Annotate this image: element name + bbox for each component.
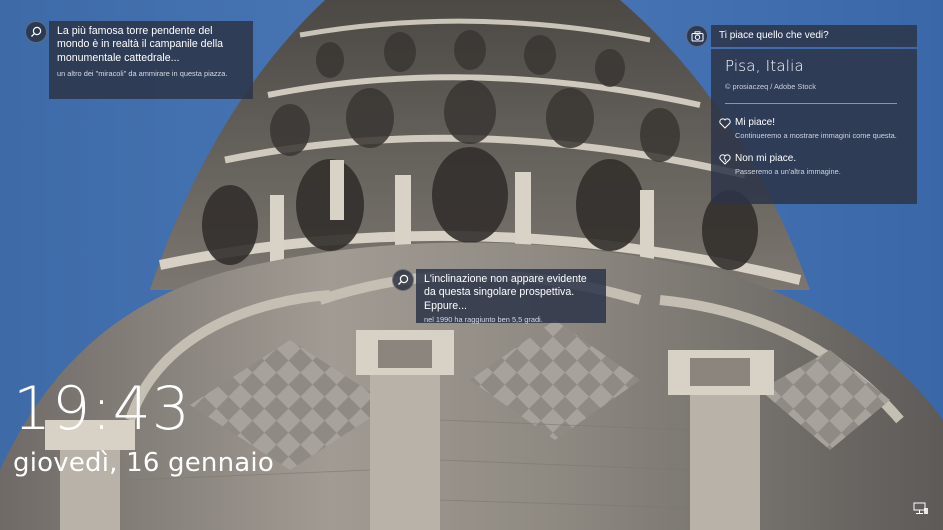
hotspot-main-text: La più famosa torre pendente del mondo è… — [57, 25, 224, 64]
camera-icon[interactable] — [686, 25, 708, 47]
hotspot-sub-text: un altro dei "miracoli" da ammirare in q… — [57, 69, 228, 79]
hotspot-card[interactable]: L'inclinazione non appare evidente da qu… — [416, 269, 606, 325]
like-option-title: Mi piace! — [735, 117, 776, 128]
like-option-description: Continueremo a mostrare immagini come qu… — [735, 131, 897, 140]
image-feedback-panel: Ti piace quello che vedi? Pisa, Italia ©… — [686, 25, 917, 204]
hotspot-fact-center[interactable]: L'inclinazione non appare evidente da qu… — [392, 269, 606, 325]
like-option[interactable]: Mi piace! Continueremo a mostrare immagi… — [719, 117, 907, 141]
image-location: Pisa, Italia — [725, 57, 804, 75]
broken-heart-icon — [719, 154, 731, 166]
clock-date: giovedì, 16 gennaio — [13, 448, 274, 478]
search-icon[interactable] — [392, 269, 414, 291]
dislike-option[interactable]: Non mi piace. Passeremo a un'altra immag… — [719, 153, 907, 177]
lockscreen-clock: 19:43 giovedì, 16 gennaio — [13, 374, 274, 478]
image-credit: © prosiaczeq / Adobe Stock — [725, 82, 816, 91]
clock-time: 19:43 — [13, 374, 191, 444]
divider — [725, 103, 897, 104]
dislike-option-title: Non mi piace. — [735, 153, 797, 165]
search-icon[interactable] — [25, 21, 47, 43]
hotspot-sub-text: nel 1990 ha raggiunto ben 5,5 gradi. — [424, 315, 543, 325]
feedback-details: Pisa, Italia © prosiaczeq / Adobe Stock … — [711, 49, 917, 204]
hotspot-main-text: L'inclinazione non appare evidente da qu… — [424, 273, 587, 312]
feedback-question[interactable]: Ti piace quello che vedi? — [711, 25, 917, 47]
hotspot-card[interactable]: La più famosa torre pendente del mondo è… — [49, 21, 253, 99]
network-icon[interactable] — [913, 502, 929, 516]
hotspot-fact-top-left[interactable]: La più famosa torre pendente del mondo è… — [25, 21, 253, 99]
heart-icon — [719, 118, 731, 129]
dislike-option-description: Passeremo a un'altra immagine. — [735, 167, 841, 177]
